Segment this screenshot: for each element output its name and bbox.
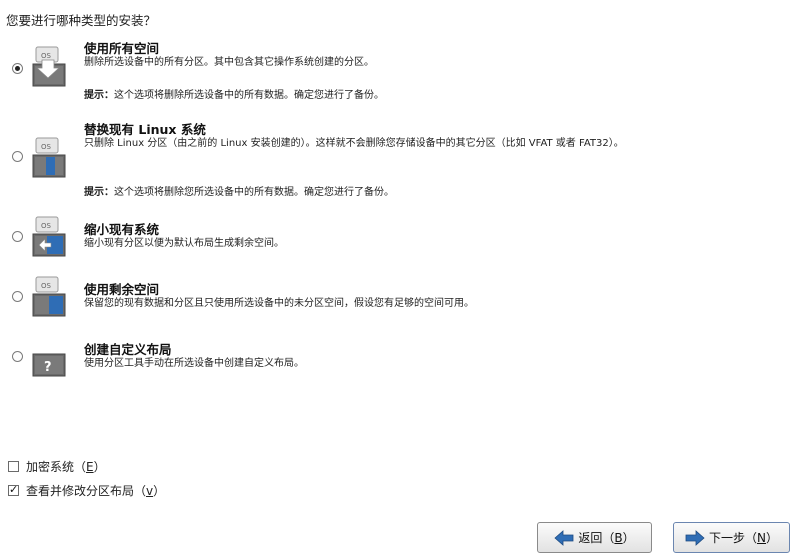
- tip-text: 这个选项将删除您所选设备中的所有数据。确定您进行了备份。: [114, 187, 394, 198]
- disk-use-all-icon: OS: [32, 46, 66, 87]
- radio-replace-linux[interactable]: [12, 151, 23, 162]
- encrypt-system-checkbox-row[interactable]: 加密系统（E）: [8, 458, 106, 475]
- install-type-question: 您要进行哪种类型的安装？: [6, 13, 157, 28]
- label-post: ）: [93, 460, 106, 474]
- label-accel: B: [614, 531, 623, 545]
- back-button[interactable]: 返回（B）: [537, 522, 652, 553]
- label-accel: N: [757, 531, 766, 545]
- option-replace-linux[interactable]: OS 替换现有 Linux 系统 只删除 Linux 分区（由之前的 Linux…: [0, 118, 793, 198]
- radio-use-free-space[interactable]: [12, 291, 23, 302]
- svg-text:?: ?: [44, 360, 52, 375]
- option-tip: 提示：这个选项将删除您所选设备中的所有数据。确定您进行了备份。: [84, 183, 394, 198]
- next-button[interactable]: 下一步（N）: [673, 522, 790, 553]
- label-pre: 返回（: [578, 531, 615, 545]
- review-partition-checkbox[interactable]: [8, 483, 19, 496]
- disk-custom-layout-icon: ?: [32, 353, 66, 377]
- label-post: ）: [153, 484, 166, 498]
- disk-free-space-icon: OS: [32, 276, 66, 317]
- radio-use-all-space[interactable]: [12, 63, 23, 74]
- tip-label: 提示：: [84, 90, 114, 101]
- option-use-all-space[interactable]: OS 使用所有空间 删除所选设备中的所有分区。其中包含其它操作系统创建的分区。 …: [0, 36, 793, 106]
- next-label: 下一步（N）: [709, 529, 778, 546]
- review-partition-label: 查看并修改分区布局（v）: [26, 484, 165, 498]
- label-post: ）: [622, 531, 635, 545]
- encrypt-system-checkbox[interactable]: [8, 461, 19, 472]
- review-partition-checkbox-row[interactable]: 查看并修改分区布局（v）: [8, 482, 165, 499]
- arrow-left-icon: [554, 529, 574, 546]
- disk-shrink-icon: OS: [32, 216, 66, 257]
- tip-label: 提示：: [84, 187, 114, 198]
- encrypt-system-label: 加密系统（E）: [26, 460, 106, 474]
- label-post: ）: [765, 531, 778, 545]
- label-pre: 加密系统（: [26, 460, 87, 474]
- svg-text:OS: OS: [41, 52, 52, 60]
- option-desc: 只删除 Linux 分区（由之前的 Linux 安装创建的）。这样就不会删除您存…: [84, 138, 624, 149]
- radio-custom-layout[interactable]: [12, 351, 23, 362]
- option-tip: 提示：这个选项将删除所选设备中的所有数据。确定您进行了备份。: [84, 86, 384, 101]
- back-label: 返回（B）: [578, 529, 634, 546]
- svg-text:OS: OS: [41, 143, 52, 151]
- tip-text: 这个选项将删除所选设备中的所有数据。确定您进行了备份。: [114, 90, 384, 101]
- option-desc: 使用分区工具手动在所选设备中创建自定义布局。: [84, 358, 304, 369]
- label-pre: 下一步（: [708, 531, 757, 545]
- label-accel: E: [86, 460, 94, 474]
- arrow-right-icon: [685, 529, 705, 546]
- svg-text:OS: OS: [41, 222, 52, 230]
- option-custom-layout[interactable]: ? 创建自定义布局 使用分区工具手动在所选设备中创建自定义布局。: [0, 338, 793, 388]
- option-use-free-space[interactable]: OS 使用剩余空间 保留您的现有数据和分区且只使用所选设备中的未分区空间，假设您…: [0, 276, 793, 328]
- option-shrink-current[interactable]: OS 缩小现有系统 缩小现有分区以便为默认布局生成剩余空间。: [0, 216, 793, 268]
- svg-text:OS: OS: [41, 282, 52, 290]
- radio-shrink-current[interactable]: [12, 231, 23, 242]
- option-desc: 缩小现有分区以便为默认布局生成剩余空间。: [84, 238, 284, 249]
- option-desc: 删除所选设备中的所有分区。其中包含其它操作系统创建的分区。: [84, 57, 374, 68]
- label-pre: 查看并修改分区布局（: [26, 484, 147, 498]
- option-desc: 保留您的现有数据和分区且只使用所选设备中的未分区空间，假设您有足够的空间可用。: [84, 298, 474, 309]
- disk-replace-linux-icon: OS: [32, 137, 66, 178]
